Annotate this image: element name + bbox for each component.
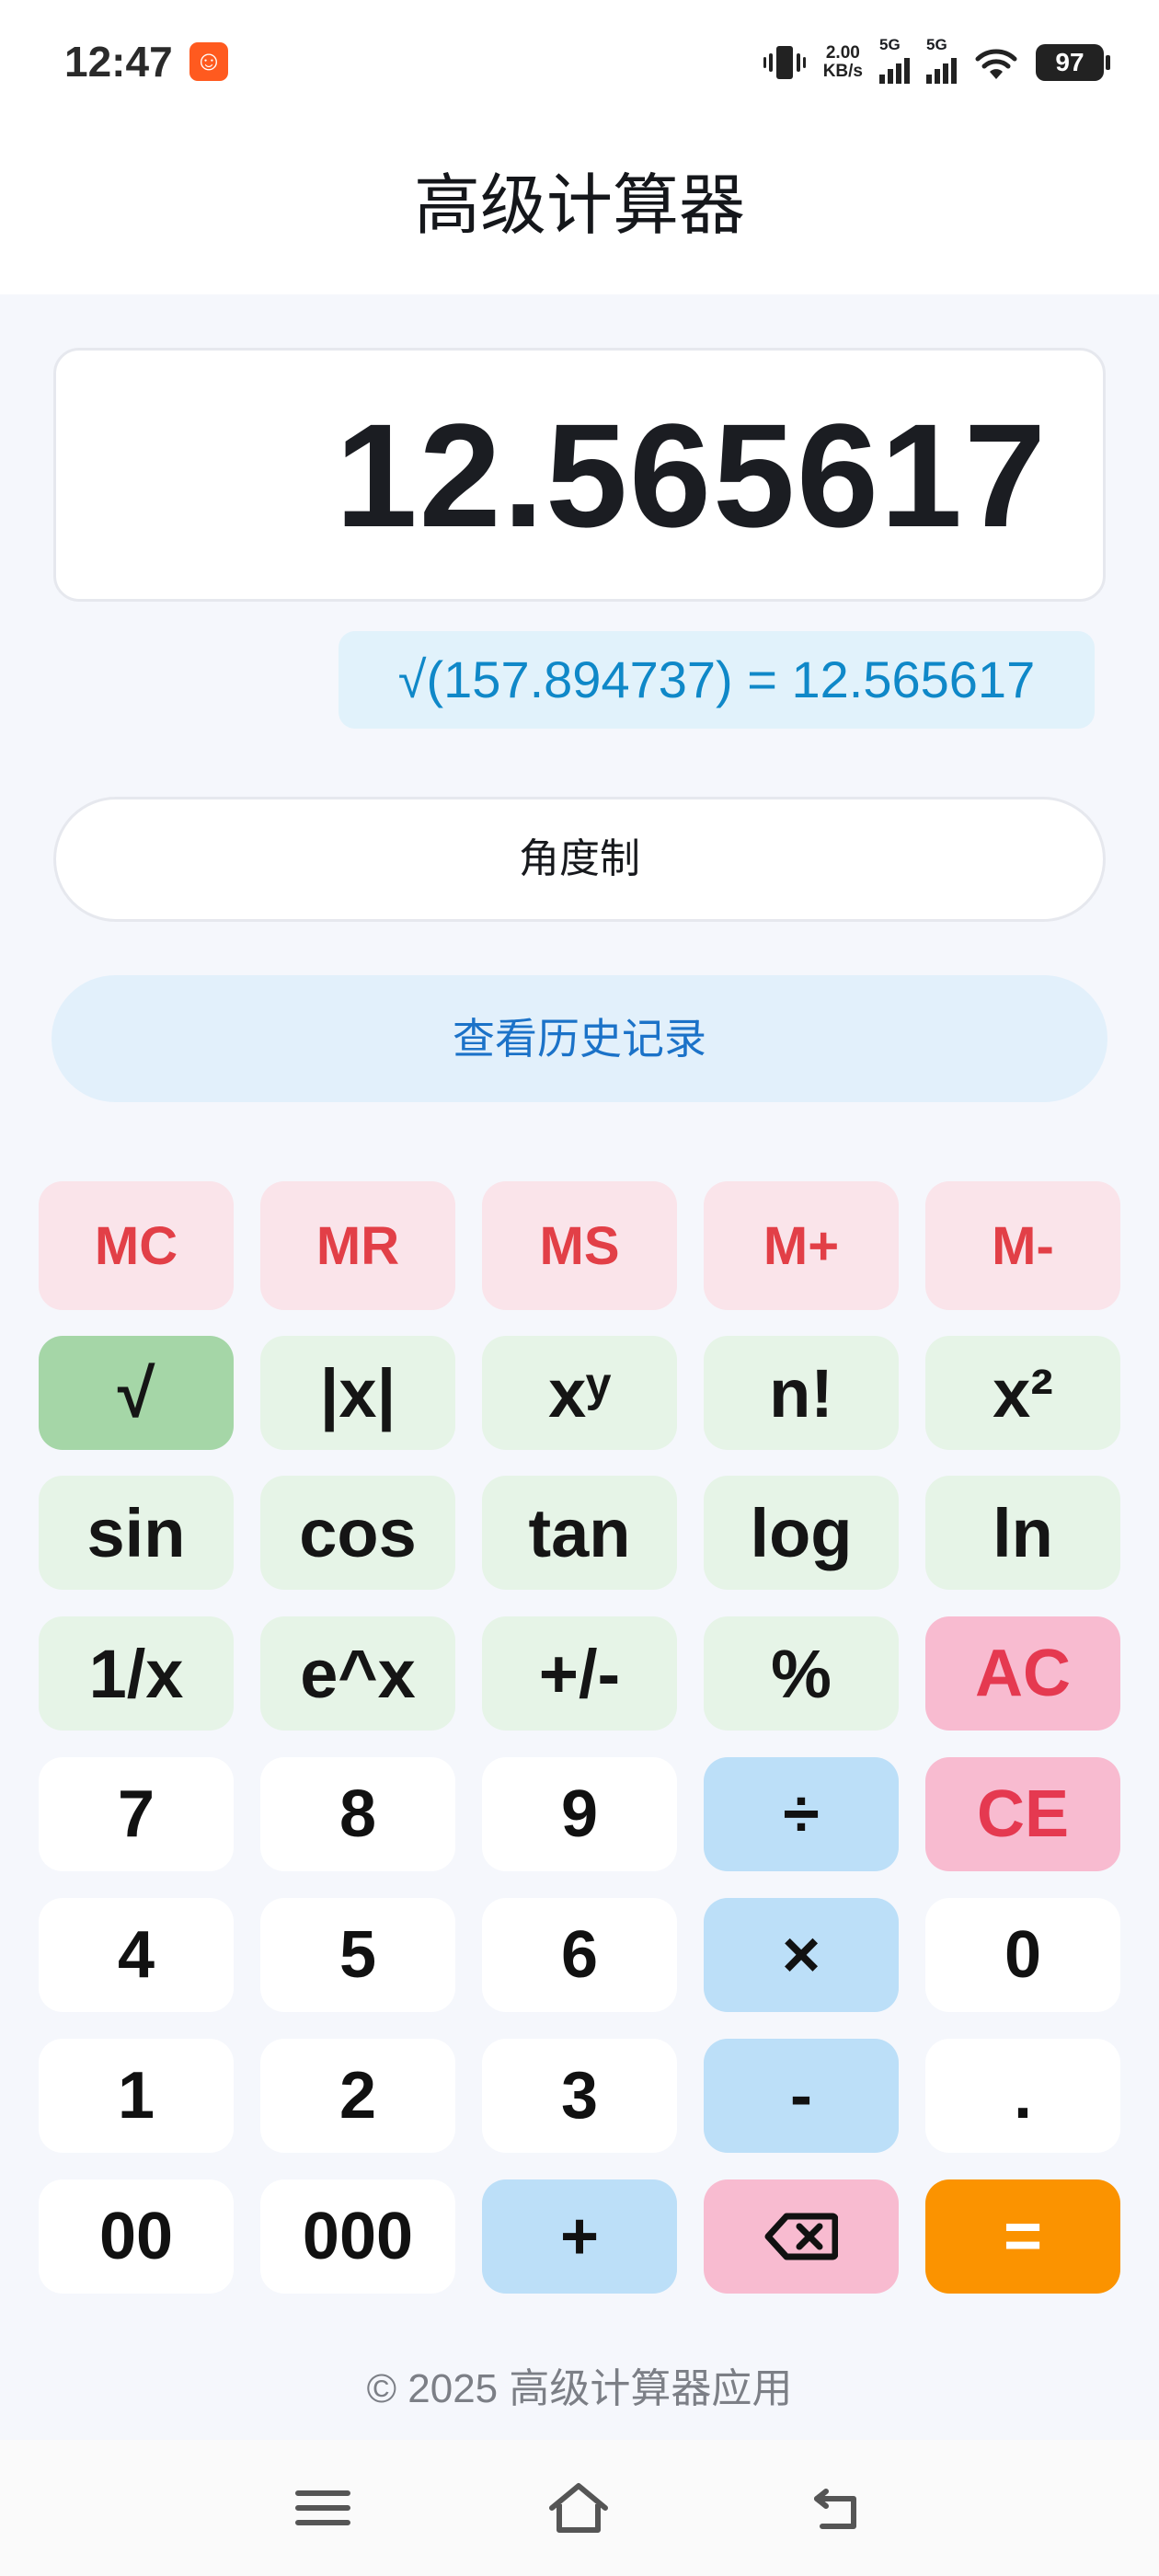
digit-5-button[interactable]: 5 (260, 1898, 455, 2012)
backspace-button[interactable] (704, 2179, 899, 2294)
digit-6-button[interactable]: 6 (482, 1898, 677, 2012)
status-time: 12:47 (64, 38, 173, 86)
decimal-point-button[interactable]: . (925, 2039, 1120, 2153)
exp-button[interactable]: e^x (260, 1616, 455, 1731)
digit-0-button[interactable]: 0 (925, 1898, 1120, 2012)
network-speed-value: 2.00 (825, 43, 860, 63)
memory-store-button[interactable]: MS (482, 1181, 677, 1310)
triple-zero-button[interactable]: 000 (260, 2179, 455, 2294)
system-nav-bar (0, 2440, 1159, 2576)
square-button[interactable]: x² (925, 1336, 1120, 1450)
status-icons: 2.00 KB/s 5G 5G 97 (763, 36, 1110, 85)
digit-8-button[interactable]: 8 (260, 1757, 455, 1871)
divide-button[interactable]: ÷ (704, 1757, 899, 1871)
digit-3-button[interactable]: 3 (482, 2039, 677, 2153)
equals-button[interactable]: = (925, 2179, 1120, 2294)
page-title: 高级计算器 (413, 169, 745, 243)
percent-button[interactable]: % (704, 1616, 899, 1731)
title-bar: 高级计算器 (0, 129, 1159, 294)
factorial-button[interactable]: n! (704, 1336, 899, 1450)
expression-display: √(157.894737) = 12.565617 (339, 631, 1095, 729)
reciprocal-button[interactable]: 1/x (39, 1616, 234, 1731)
multiply-button[interactable]: × (704, 1898, 899, 2012)
wifi-icon (975, 49, 1017, 79)
signal-label-2: 5G (926, 36, 947, 53)
digit-7-button[interactable]: 7 (39, 1757, 234, 1871)
network-speed: 2.00 KB/s (823, 44, 863, 81)
signal-icon-2: 5G (926, 36, 957, 84)
app-notification-icon: ☺ (189, 42, 228, 81)
angle-mode-button[interactable]: 角度制 (53, 797, 1106, 922)
menu-icon[interactable] (291, 2480, 355, 2536)
sin-button[interactable]: sin (39, 1476, 234, 1590)
digit-9-button[interactable]: 9 (482, 1757, 677, 1871)
backspace-icon (764, 2213, 838, 2260)
digit-4-button[interactable]: 4 (39, 1898, 234, 2012)
memory-add-button[interactable]: M+ (704, 1181, 899, 1310)
signal-label: 5G (879, 36, 901, 53)
power-button[interactable]: xʸ (482, 1336, 677, 1450)
home-icon[interactable] (546, 2480, 611, 2536)
cos-button[interactable]: cos (260, 1476, 455, 1590)
sqrt-button[interactable]: √ (39, 1336, 234, 1450)
all-clear-button[interactable]: AC (925, 1616, 1120, 1731)
digit-1-button[interactable]: 1 (39, 2039, 234, 2153)
abs-button[interactable]: |x| (260, 1336, 455, 1450)
result-value: 12.565617 (335, 393, 1048, 558)
log-button[interactable]: log (704, 1476, 899, 1590)
ln-button[interactable]: ln (925, 1476, 1120, 1590)
digit-2-button[interactable]: 2 (260, 2039, 455, 2153)
memory-subtract-button[interactable]: M- (925, 1181, 1120, 1310)
subtract-button[interactable]: - (704, 2039, 899, 2153)
memory-clear-button[interactable]: MC (39, 1181, 234, 1310)
negate-button[interactable]: +/- (482, 1616, 677, 1731)
tan-button[interactable]: tan (482, 1476, 677, 1590)
battery-indicator: 97 (1036, 44, 1110, 81)
double-zero-button[interactable]: 00 (39, 2179, 234, 2294)
vibrate-icon (763, 46, 806, 79)
add-button[interactable]: + (482, 2179, 677, 2294)
result-display: 12.565617 (53, 348, 1106, 602)
back-icon[interactable] (804, 2480, 868, 2536)
view-history-button[interactable]: 查看历史记录 (52, 975, 1107, 1102)
status-bar: 12:47 ☺ 2.00 KB/s 5G 5G 97 (0, 0, 1159, 129)
signal-icon: 5G (879, 36, 910, 84)
clear-entry-button[interactable]: CE (925, 1757, 1120, 1871)
network-speed-unit: KB/s (822, 62, 863, 81)
footer-copyright: © 2025 高级计算器应用 (366, 2366, 793, 2411)
memory-recall-button[interactable]: MR (260, 1181, 455, 1310)
